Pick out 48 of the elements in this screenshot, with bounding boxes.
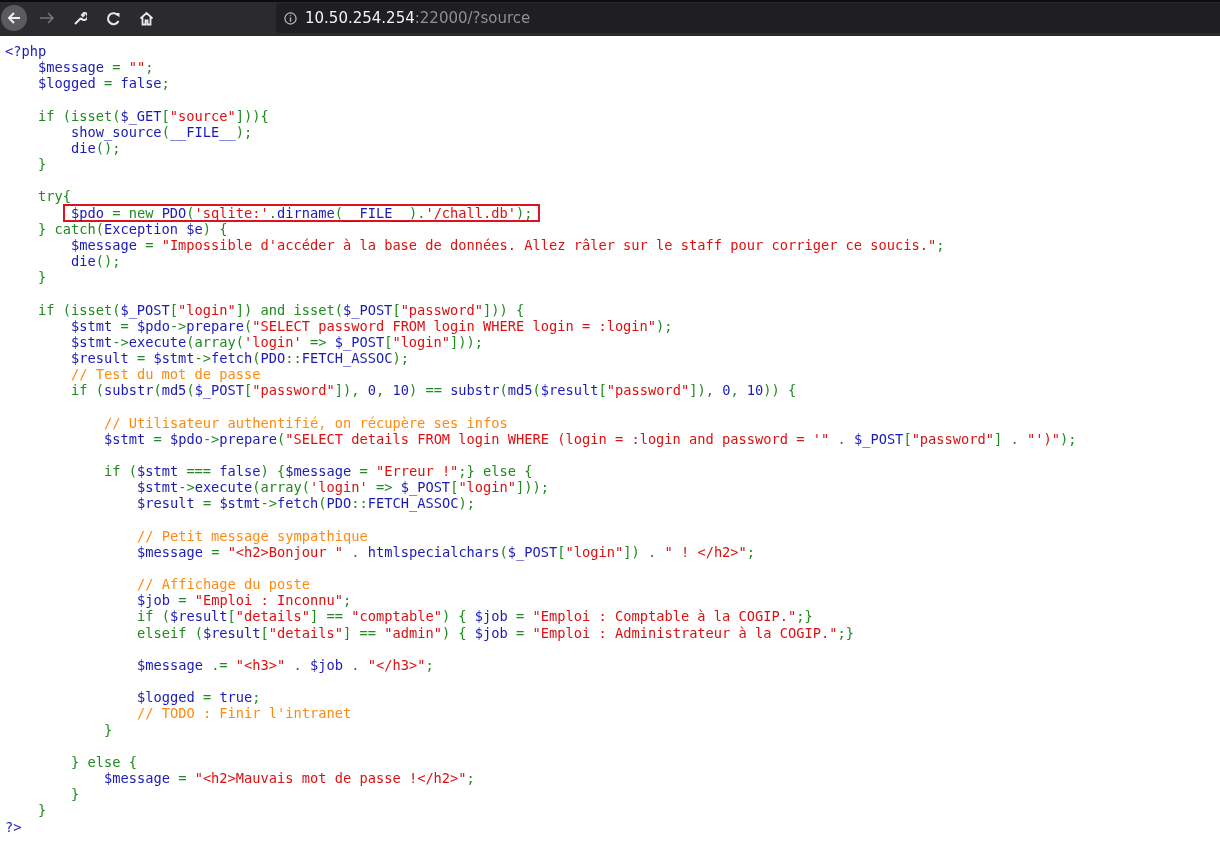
code-line: if ($result["details"] == "comptable") { $job = "Emploi : Comptable à la COGIP.";} (136, 608, 813, 625)
code-line: $logged = true; (136, 689, 261, 706)
reload-icon (105, 10, 121, 26)
back-arrow-icon (6, 10, 22, 26)
code-line: $message = "Impossible d'accéder à la base de données. Allez râler sur le staff pour corriger ce soucis."; (70, 236, 945, 254)
home-icon (138, 10, 154, 26)
back-button[interactable] (1, 5, 27, 31)
code-line: // Test du mot de passe (70, 366, 261, 383)
code-line: } (38, 802, 47, 819)
code-line: try{ (38, 188, 71, 205)
code-line: $result = $stmt->fetch(PDO::FETCH_ASSOC); (136, 495, 475, 512)
code-line: <?php (5, 43, 47, 60)
code-line: } (103, 721, 113, 738)
code-line: if (substr(md5($_POST["password"]), 0, 10) == substr(md5($result["password"]), 0, 10)) { (70, 382, 797, 399)
wrench-icon (73, 11, 87, 25)
code-line: $result = $stmt->fetch(PDO::FETCH_ASSOC); (70, 349, 409, 367)
address-bar[interactable]: 10.50.254.254:22000/?source (276, 3, 1220, 33)
info-icon (284, 11, 297, 25)
code-line: if ($stmt === false) {$message = "Erreur !";} else { (103, 463, 533, 480)
code-line: $message .= "<h3>" . $job . "</h3>"; (136, 656, 434, 674)
code-line: $job = "Emploi : Inconnu"; (136, 592, 352, 609)
code-line: $stmt = $pdo->prepare("SELECT password FROM login WHERE login = :login"); (70, 317, 673, 334)
code-line: } (70, 786, 80, 803)
code-line: $stmt->execute(array('login' => $_POST["login"])); (136, 479, 550, 496)
code-line: ?> (5, 818, 22, 835)
code-line: $stmt = $pdo->prepare("SELECT details FROM login WHERE (login = :login and password = '" . $_POST["password"] . "')"); (103, 430, 1077, 447)
code-line: // Petit message sympathique (136, 527, 368, 544)
code-line: show_source(__FILE__); (70, 123, 253, 140)
code-line: $logged = false; (38, 75, 170, 92)
code-line: // Affichage du poste (136, 576, 310, 593)
code-line: // Utilisateur authentifié, on récupère ses infos (103, 414, 508, 431)
code-line: $message = "<h2>Bonjour " . htmlspecialchars($_POST["login"]) . " ! </h2>"; (136, 543, 756, 560)
code-line: $message = ""; (38, 59, 154, 76)
forward-arrow-icon (39, 11, 55, 25)
code-line: if (isset($_GET["source"])){ (38, 107, 269, 124)
code-line: } (38, 156, 47, 173)
code-line: } (38, 269, 47, 286)
code-line: $stmt->execute(array('login' => $_POST["login"])); (70, 333, 484, 350)
code-line: // TODO : Finir l'intranet (136, 705, 352, 722)
code-line: die(); (70, 253, 121, 270)
url-path: :22000/?source (414, 9, 531, 27)
code-line: } catch(Exception $e) { (38, 220, 228, 237)
code-line: elseif ($result["details"] == "admin") { $job = "Emploi : Administrateur à la COGIP.";} (136, 624, 854, 641)
code-line: if (isset($_POST["login"]) and isset($_POST["password"])) { (38, 301, 525, 318)
code-line: $message = "<h2>Mauvais mot de passe !</h2>"; (103, 770, 475, 787)
url-host: 10.50.254.254 (305, 9, 415, 27)
code-line: } else { (70, 753, 137, 771)
code-line: die(); (70, 139, 121, 157)
